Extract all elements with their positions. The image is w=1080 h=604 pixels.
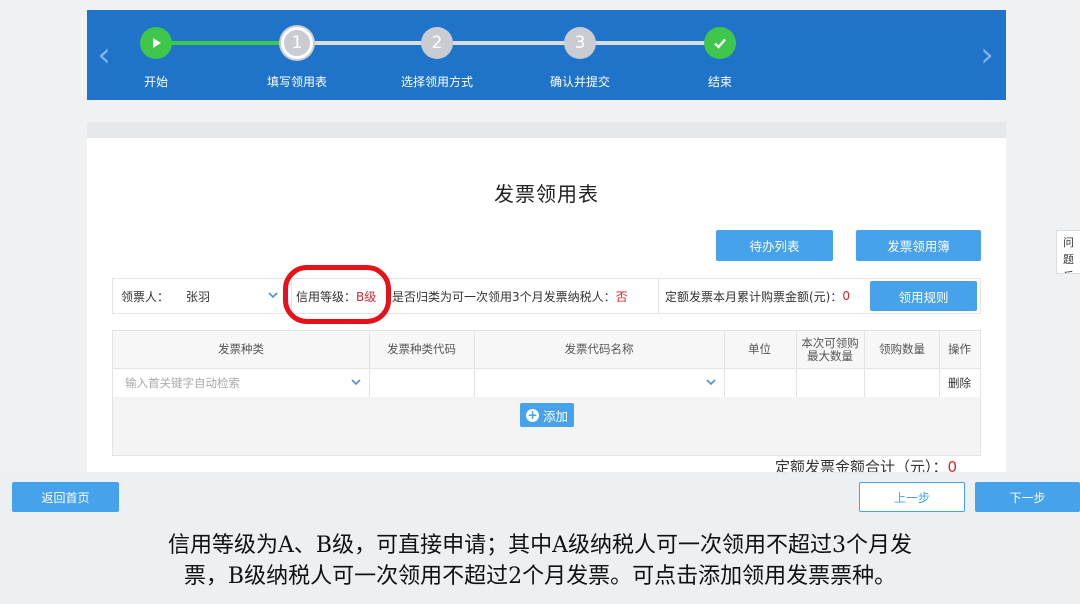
column-header: 发票种类代码: [387, 342, 456, 356]
divider: [658, 279, 659, 313]
invoice-type-table: 发票种类 发票种类代码 发票代码名称 单位 本次可领购最大数量 领购数量 操作 …: [112, 330, 981, 456]
chevron-down-icon: [706, 379, 716, 386]
subtitle-line-2: 票，B级纳税人可一次领用不超过2个月发票。可点击添加领用发票票种。: [183, 564, 897, 589]
column-header: 本次可领购最大数量: [801, 335, 859, 363]
plus-icon: +: [525, 407, 539, 422]
feedback-tab-line2: 反馈: [1063, 268, 1080, 273]
step-2-number: 2: [431, 33, 443, 53]
progress-stepper: ‹ › 开始 1 填写领用表 2 选择领用方式 3 确认并提交 结束: [87, 10, 1006, 100]
column-header: 单位: [748, 342, 771, 356]
step-2-circle: 2: [421, 27, 453, 59]
step-connector-pending: [300, 41, 724, 45]
three-month-label: 是否归类为可一次领用3个月发票纳税人：: [392, 289, 616, 304]
quota-label: 定额发票本月累计购票金额(元)：: [665, 289, 843, 304]
table-header-row: 发票种类 发票种类代码 发票代码名称 单位 本次可领购最大数量 领购数量 操作: [113, 331, 980, 369]
next-step-button[interactable]: 下一步: [975, 482, 1080, 512]
add-invoice-type-button[interactable]: + 添加: [520, 403, 574, 427]
feedback-tab-line1: 问题: [1063, 236, 1074, 266]
column-header: 领购数量: [879, 342, 925, 356]
chevron-right-icon[interactable]: ›: [974, 35, 1000, 75]
receipt-book-button[interactable]: 发票领用簿: [856, 230, 981, 261]
chevron-left-icon[interactable]: ‹: [91, 35, 117, 75]
receiver-label: 领票人：: [121, 289, 170, 304]
rules-button[interactable]: 领用规则: [870, 281, 977, 311]
receiver-select[interactable]: 张羽: [178, 279, 282, 313]
chevron-down-icon: [351, 379, 361, 386]
table-row: 输入首关键字自动检索 删除: [113, 368, 980, 398]
three-month-eligibility: 是否归类为可一次领用3个月发票纳税人： 否: [392, 279, 628, 313]
subtitle-line-1: 信用等级为A、B级，可直接申请；其中A级纳税人可一次领用不超过3个月发: [168, 533, 912, 558]
step-1-number: 1: [291, 33, 303, 53]
column-header: 操作: [948, 342, 971, 356]
receiver-value: 张羽: [186, 289, 211, 304]
three-month-value: 否: [615, 289, 628, 304]
page-title: 发票领用表: [494, 182, 599, 206]
quantity-input[interactable]: [865, 368, 939, 397]
step-3-circle: 3: [564, 27, 596, 59]
add-row-area: + 添加: [113, 397, 980, 455]
taxpayer-info-row: 领票人： 张羽 信用等级： B级 是否归类为可一次领用3个月发票纳税人： 否 定…: [112, 278, 981, 314]
invoice-type-code-cell: [369, 368, 474, 397]
video-subtitle: 信用等级为A、B级，可直接申请；其中A级纳税人可一次领用不超过3个月发 票，B级…: [0, 530, 1080, 592]
step-3-number: 3: [574, 33, 586, 53]
credit-level-highlight-ring: [283, 265, 391, 324]
quota-value: 0: [842, 289, 851, 303]
play-icon: [153, 38, 161, 48]
invoice-code-name-select[interactable]: [474, 368, 724, 397]
column-header: 发票代码名称: [564, 342, 634, 356]
quota-purchase-amount: 定额发票本月累计购票金额(元)： 0: [665, 279, 850, 313]
step-1-circle: 1: [281, 27, 313, 59]
column-header: 发票种类: [218, 342, 264, 356]
check-icon: [714, 38, 726, 49]
step-label-fill-form: 填写领用表: [266, 75, 327, 89]
max-quantity-cell: [797, 368, 864, 397]
invoice-type-input[interactable]: 输入首关键字自动检索: [113, 368, 369, 397]
step-label-end: 结束: [707, 75, 732, 89]
step-connector-done: [157, 41, 300, 45]
step-label-choose-method: 选择领用方式: [400, 75, 473, 89]
previous-step-button[interactable]: 上一步: [859, 482, 965, 512]
chevron-down-icon: [268, 292, 278, 299]
add-button-label: 添加: [542, 408, 568, 424]
back-home-button[interactable]: 返回首页: [12, 482, 119, 512]
unit-cell: [724, 368, 796, 397]
feedback-side-tab[interactable]: 问题 反馈: [1056, 230, 1080, 274]
card-top-strip: [87, 122, 1006, 138]
step-end-circle: [704, 27, 736, 59]
delete-row-link[interactable]: 删除: [939, 368, 980, 397]
pending-list-button[interactable]: 待办列表: [716, 230, 833, 261]
step-start-circle: [140, 27, 172, 59]
step-label-confirm-submit: 确认并提交: [549, 75, 610, 89]
invoice-type-placeholder: 输入首关键字自动检索: [125, 375, 240, 390]
step-label-start: 开始: [143, 75, 168, 89]
